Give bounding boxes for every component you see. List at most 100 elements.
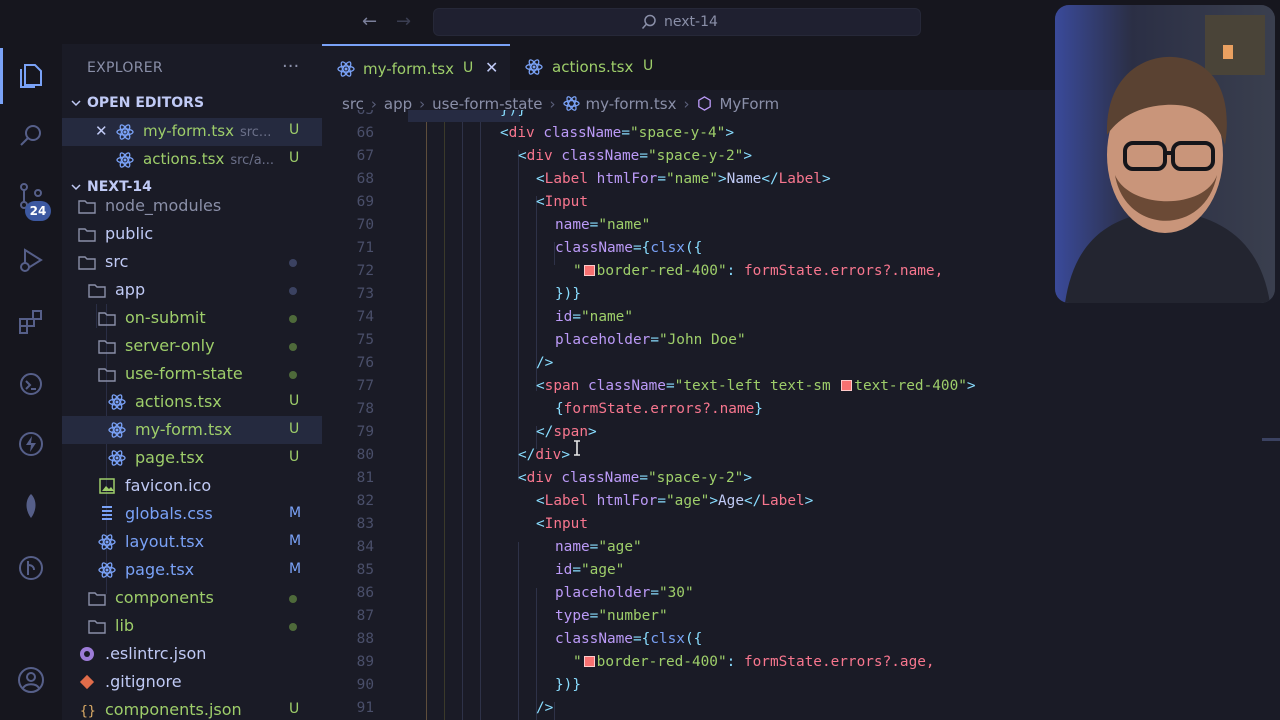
tree-folder[interactable]: on-submit xyxy=(62,304,322,332)
tree-file[interactable]: .eslintrc.json xyxy=(62,640,322,668)
open-editors-section[interactable]: OPEN EDITORS xyxy=(62,90,322,118)
jsx-attr: id xyxy=(555,562,573,578)
tree-folder[interactable]: src xyxy=(62,248,322,276)
function-name: clsx xyxy=(650,631,685,647)
status-dot xyxy=(289,343,297,351)
react-icon xyxy=(108,394,126,410)
tree-folder[interactable]: lib xyxy=(62,612,322,640)
jsx-attr: className xyxy=(561,148,640,164)
tree-item-name: on-submit xyxy=(125,308,206,327)
line-number: 91 xyxy=(356,700,374,716)
tree-folder[interactable]: use-form-state xyxy=(62,360,322,388)
forward-arrow-icon[interactable]: → xyxy=(396,12,416,32)
line-number: 80 xyxy=(356,447,374,463)
open-editor-item[interactable]: actions.tsx src/a... U xyxy=(62,146,322,174)
tree-folder[interactable]: app xyxy=(62,276,322,304)
jsx-attr: className xyxy=(588,378,666,394)
string-literal: "John Doe" xyxy=(658,332,746,348)
run-debug-icon xyxy=(20,248,43,272)
tree-file[interactable]: layout.tsx M xyxy=(62,528,322,556)
tree-folder[interactable]: server-only xyxy=(62,332,322,360)
tree-file[interactable]: globals.css M xyxy=(62,500,322,528)
line-number: 73 xyxy=(356,286,374,302)
tree-file[interactable]: my-form.tsx U xyxy=(62,416,322,444)
status-dot xyxy=(289,287,297,295)
close-icon[interactable]: ✕ xyxy=(485,58,498,77)
code-line: 76 /> xyxy=(322,352,1280,375)
explorer-title: EXPLORER xyxy=(87,60,163,76)
git-status: M xyxy=(289,505,302,521)
folder-open-icon xyxy=(98,368,116,382)
extensions-activity[interactable] xyxy=(0,294,62,350)
tree-folder[interactable]: node_modules xyxy=(62,198,322,220)
lightning-icon xyxy=(19,432,43,456)
folder-icon xyxy=(78,228,96,242)
open-editor-item[interactable]: ✕ my-form.tsx src... U xyxy=(62,118,322,146)
tree-file[interactable]: .gitignore xyxy=(62,668,322,696)
accounts-activity[interactable] xyxy=(0,652,62,708)
tree-item-name: .gitignore xyxy=(105,672,182,691)
line-number: 83 xyxy=(356,516,374,532)
close-icon[interactable]: ✕ xyxy=(95,122,108,140)
line-number: 88 xyxy=(356,631,374,647)
string-literal: "space-y-4" xyxy=(630,125,726,141)
code-line: 78 {formState.errors?.name} xyxy=(322,398,1280,421)
string-literal: "name" xyxy=(581,309,633,325)
status-dot xyxy=(289,259,297,267)
open-editor-path: src/a... xyxy=(230,153,275,168)
open-editors-label: OPEN EDITORS xyxy=(87,95,205,111)
jsx-tag: Input xyxy=(544,194,588,210)
string-literal: "age" xyxy=(598,539,642,555)
tree-file[interactable]: page.tsx M xyxy=(62,556,322,584)
jsx-attr: className xyxy=(555,240,633,256)
jsx-attr: className xyxy=(561,470,640,486)
color-swatch xyxy=(583,656,595,667)
line-number: 76 xyxy=(356,355,374,371)
git-graph-activity[interactable] xyxy=(0,540,62,596)
line-number: 72 xyxy=(356,263,374,279)
code-line: 85 id="age" xyxy=(322,559,1280,582)
color-swatch xyxy=(841,380,853,391)
tree-file[interactable]: actions.tsx U xyxy=(62,388,322,416)
tree-file[interactable]: page.tsx U xyxy=(62,444,322,472)
json-icon: {} xyxy=(80,704,96,719)
jsx-text: Age xyxy=(718,493,744,509)
tab-my-form[interactable]: my-form.tsx U ✕ xyxy=(322,44,510,90)
jsx-tag: Label xyxy=(544,171,588,187)
tree-item-name: my-form.tsx xyxy=(135,420,233,439)
string-literal: "space-y-2" xyxy=(648,148,744,164)
code-token: })} xyxy=(555,677,581,693)
git-status: U xyxy=(289,449,300,465)
code-line: 74 id="name" xyxy=(322,306,1280,329)
jsx-attr: htmlFor xyxy=(596,171,658,187)
tree-item-name: .eslintrc.json xyxy=(105,644,207,663)
line-number: 86 xyxy=(356,585,374,601)
leaf-activity[interactable] xyxy=(0,478,62,534)
webcam-overlay xyxy=(1055,5,1275,303)
jsx-attr: name xyxy=(555,217,590,233)
tree-file[interactable]: favicon.ico xyxy=(62,472,322,500)
eslint-icon xyxy=(80,647,94,661)
files-icon xyxy=(20,64,42,88)
more-actions-icon[interactable]: ··· xyxy=(282,56,299,77)
run-debug-activity[interactable] xyxy=(0,232,62,288)
color-swatch xyxy=(583,265,595,276)
explorer-activity[interactable] xyxy=(0,48,62,104)
lightning-activity[interactable] xyxy=(0,416,62,472)
line-number: 69 xyxy=(356,194,374,210)
tree-folder[interactable]: components xyxy=(62,584,322,612)
css-icon xyxy=(102,506,112,520)
command-center-search[interactable]: next-14 xyxy=(433,8,921,36)
jsx-tag: Label xyxy=(544,493,588,509)
remote-explorer-activity[interactable] xyxy=(0,356,62,412)
jsx-attr: id xyxy=(555,309,573,325)
react-icon xyxy=(525,59,543,75)
jsx-attr: placeholder xyxy=(555,332,651,348)
git-graph-icon xyxy=(19,556,43,580)
tab-actions[interactable]: actions.tsx U xyxy=(510,44,670,90)
tree-folder[interactable]: public xyxy=(62,220,322,248)
tree-file[interactable]: {} components.json U xyxy=(62,696,322,720)
string-literal: "number" xyxy=(598,608,668,624)
search-activity[interactable] xyxy=(0,108,62,164)
back-arrow-icon[interactable]: ← xyxy=(362,12,382,32)
